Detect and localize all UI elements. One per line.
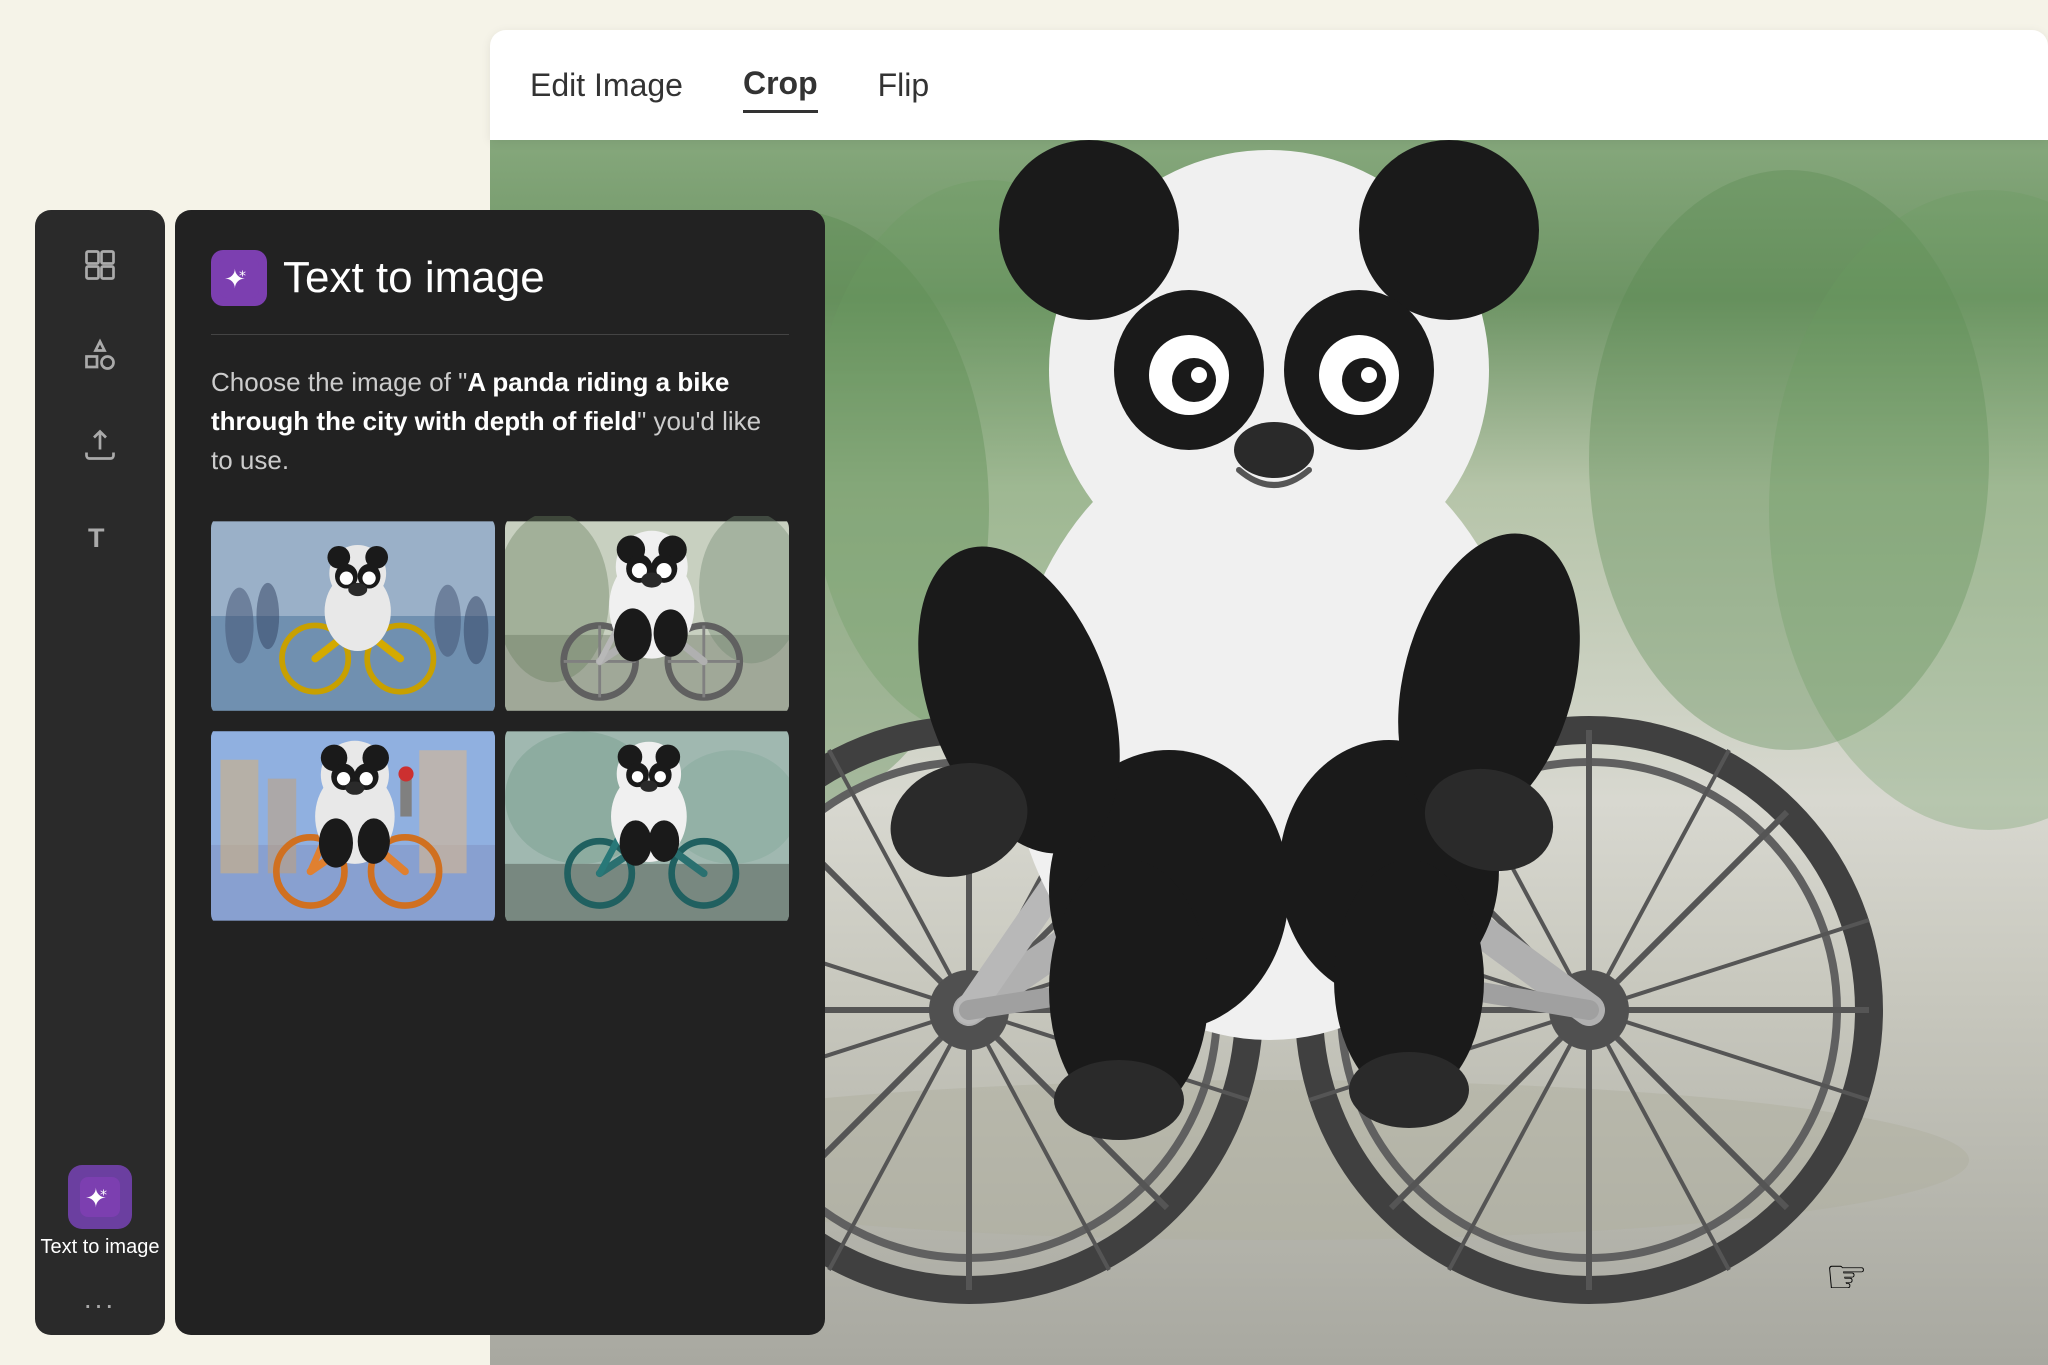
- left-sidebar: T ✦ ⁎ Text to image ...: [35, 210, 165, 1335]
- svg-text:⁎: ⁎: [100, 1182, 107, 1198]
- svg-text:T: T: [88, 523, 105, 553]
- text-to-image-sidebar-label: Text to image: [41, 1235, 160, 1259]
- main-panel: ✦ ⁎ Text to image Choose the image of "A…: [175, 210, 825, 1335]
- more-options-icon[interactable]: ...: [84, 1283, 116, 1315]
- image-grid: [211, 516, 789, 926]
- grid-item-2[interactable]: [505, 516, 789, 716]
- panel-divider: [211, 334, 789, 335]
- panel-description: Choose the image of "A panda riding a bi…: [211, 363, 789, 480]
- panel-header: ✦ ⁎ Text to image: [211, 250, 789, 306]
- layout-icon[interactable]: [75, 240, 125, 290]
- upload-icon[interactable]: [75, 420, 125, 470]
- panel-title: Text to image: [283, 253, 545, 303]
- text-to-image-sidebar-item[interactable]: ✦ ⁎ Text to image: [41, 1165, 160, 1259]
- elements-icon[interactable]: [75, 330, 125, 380]
- panel-ai-icon: ✦ ⁎: [211, 250, 267, 306]
- svg-text:⁎: ⁎: [239, 263, 246, 279]
- text-to-image-icon: ✦ ⁎: [68, 1165, 132, 1229]
- sidebar-bottom: ✦ ⁎ Text to image ...: [41, 1165, 160, 1315]
- grid-item-4[interactable]: [505, 726, 789, 926]
- grid-item-1[interactable]: [211, 516, 495, 716]
- edit-toolbar: Edit Image Crop Flip: [490, 30, 2048, 140]
- crop-tab[interactable]: Crop: [743, 57, 818, 113]
- edit-image-tab[interactable]: Edit Image: [530, 59, 683, 112]
- grid-item-3[interactable]: [211, 726, 495, 926]
- text-icon[interactable]: T: [75, 510, 125, 560]
- flip-tab[interactable]: Flip: [878, 59, 930, 112]
